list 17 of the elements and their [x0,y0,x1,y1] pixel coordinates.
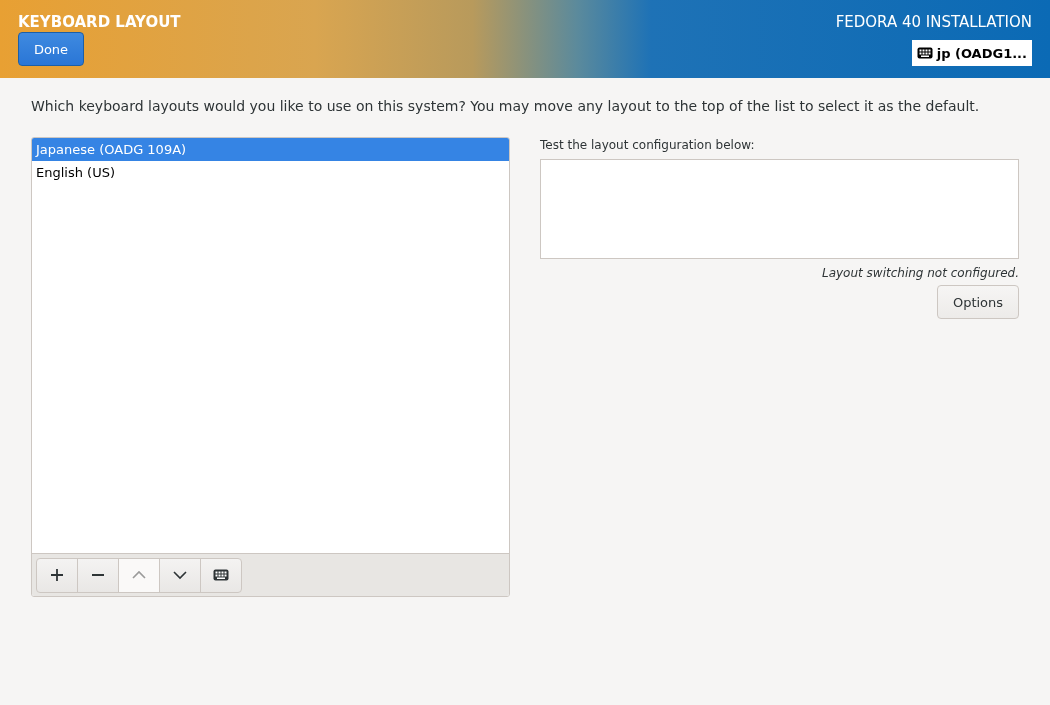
test-input-field[interactable] [540,159,1019,259]
chevron-down-icon [173,568,187,582]
screen-title: KEYBOARD LAYOUT [18,12,181,32]
keyboard-icon [916,47,933,59]
layout-list-item[interactable]: English (US) [32,161,509,184]
test-field-label: Test the layout configuration below: [540,137,756,153]
done-button[interactable]: Done [18,32,84,66]
keyboard-icon [213,569,229,581]
options-button[interactable]: Options [937,285,1019,319]
add-layout-button[interactable] [36,557,78,593]
product-title: FEDORA 40 INSTALLATION [835,12,1032,32]
layout-switching-status: Layout switching not configured. [821,266,1019,280]
layout-list-item[interactable]: Japanese (OADG 109A) [32,138,509,161]
layout-preview-button[interactable] [200,557,242,593]
instruction-text: Which keyboard layouts would you like to use on this system? You may move any layout to the top of the list to select it as the default. [31,97,981,116]
keyboard-layout-indicator[interactable]: jp (OADG1... [911,40,1032,66]
add-icon [50,568,64,582]
